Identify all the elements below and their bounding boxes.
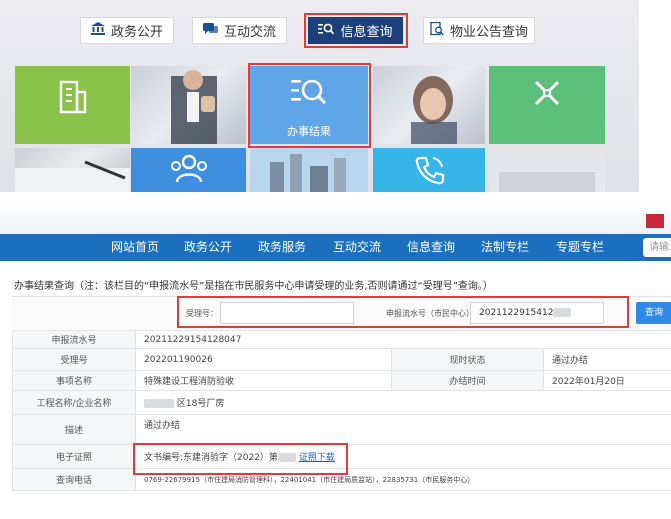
- tab-government-affairs[interactable]: 政务公开: [80, 17, 174, 44]
- query-notice: 办事结果查询（注：该栏目的“申报流水号”是指在市民服务中心申请受理的业务,否则请…: [14, 281, 493, 292]
- query-button[interactable]: 查询: [636, 302, 671, 324]
- project-key: 工程名称/企业名称: [12, 390, 136, 415]
- item-key: 事项名称: [12, 370, 136, 391]
- site-banner: [0, 200, 671, 234]
- highlight-box-search: [177, 296, 629, 328]
- table-row: 描述 通过办结: [12, 414, 671, 445]
- tile-photo-headset: [373, 66, 485, 144]
- table-row: 事项名称 特殊建设工程消防验收 办结时间 2022年01月20日: [12, 370, 671, 391]
- item-value: 特殊建设工程消防验收: [135, 370, 392, 391]
- serial-key: 申报流水号: [12, 330, 136, 349]
- table-row: 受理号 202201190026 现时状态 通过办结: [12, 348, 671, 371]
- office-photo: [489, 148, 605, 192]
- phone-key: 查询电话: [12, 468, 136, 491]
- time-value: 2022年01月20日: [542, 370, 671, 391]
- project-cell: 区18号厂房: [134, 390, 671, 415]
- accept-value: 202201190026: [135, 348, 392, 371]
- writing-photo: [15, 160, 130, 192]
- bank-icon: [90, 22, 105, 39]
- tab-property-notice[interactable]: 物业公告查询: [423, 17, 535, 44]
- tile-photo-thumbs-up: [131, 66, 246, 144]
- nav-item-info-query[interactable]: 信息查询: [407, 234, 455, 261]
- tile-people[interactable]: [131, 148, 246, 192]
- building-icon: [59, 80, 87, 114]
- nav-item-special[interactable]: 专题专栏: [556, 234, 604, 261]
- redaction-mask: [144, 399, 174, 408]
- businessman-photo: [171, 70, 217, 144]
- people-icon: [171, 154, 207, 183]
- phone-icon: [415, 156, 445, 185]
- nav-item-gov-service[interactable]: 政务服务: [258, 234, 306, 261]
- nav-search-input[interactable]: 请输入: [643, 238, 671, 257]
- highlight-box-tab: [304, 13, 408, 48]
- nav-item-legal[interactable]: 法制专栏: [481, 234, 529, 261]
- highlight-box-cert: [133, 443, 348, 475]
- serial-value: 20211229154128047: [134, 330, 671, 349]
- tile-design-tools[interactable]: [489, 66, 605, 144]
- tile-building[interactable]: [15, 66, 130, 144]
- table-row: 申报流水号 20211229154128047: [12, 330, 671, 349]
- table-row: 工程名称/企业名称 区18号厂房: [12, 390, 671, 415]
- project-value: 区18号厂房: [176, 399, 225, 409]
- highlight-box-tile: [248, 63, 371, 148]
- tab-label: 互动交流: [223, 25, 276, 40]
- info-portal: 政务公开 互动交流 信息查询 物业公告查询 办事结果: [0, 0, 639, 192]
- desc-key: 描述: [12, 414, 136, 445]
- main-navbar: 网站首页 政务公开 政务服务 互动交流 信息查询 法制专栏 专题专栏 请输入: [0, 234, 671, 261]
- status-key: 现时状态: [391, 348, 544, 371]
- tab-label: 物业公告查询: [449, 25, 528, 40]
- nav-item-home[interactable]: 网站首页: [111, 234, 159, 261]
- tab-interaction[interactable]: 互动交流: [192, 17, 287, 44]
- desc-value: 通过办结: [134, 414, 671, 445]
- tile-photo-office: [489, 148, 605, 192]
- city-photo: [250, 148, 368, 192]
- nav-item-gov-affairs[interactable]: 政务公开: [184, 234, 232, 261]
- tile-photo-writing: [15, 148, 130, 192]
- site-logo: [646, 214, 664, 228]
- status-value: 通过办结: [542, 348, 671, 371]
- cert-key: 电子证照: [12, 444, 136, 469]
- accept-key: 受理号: [12, 348, 136, 371]
- nav-item-interaction[interactable]: 互动交流: [333, 234, 381, 261]
- tile-photo-city: [250, 148, 368, 192]
- tile-phone[interactable]: [373, 148, 485, 192]
- tab-label: 政务公开: [110, 25, 163, 40]
- operator-photo: [411, 76, 457, 144]
- document-search-icon: [430, 21, 444, 40]
- chat-icon: [202, 22, 218, 39]
- pencil-ruler-icon: [534, 80, 560, 106]
- time-key: 办结时间: [391, 370, 544, 391]
